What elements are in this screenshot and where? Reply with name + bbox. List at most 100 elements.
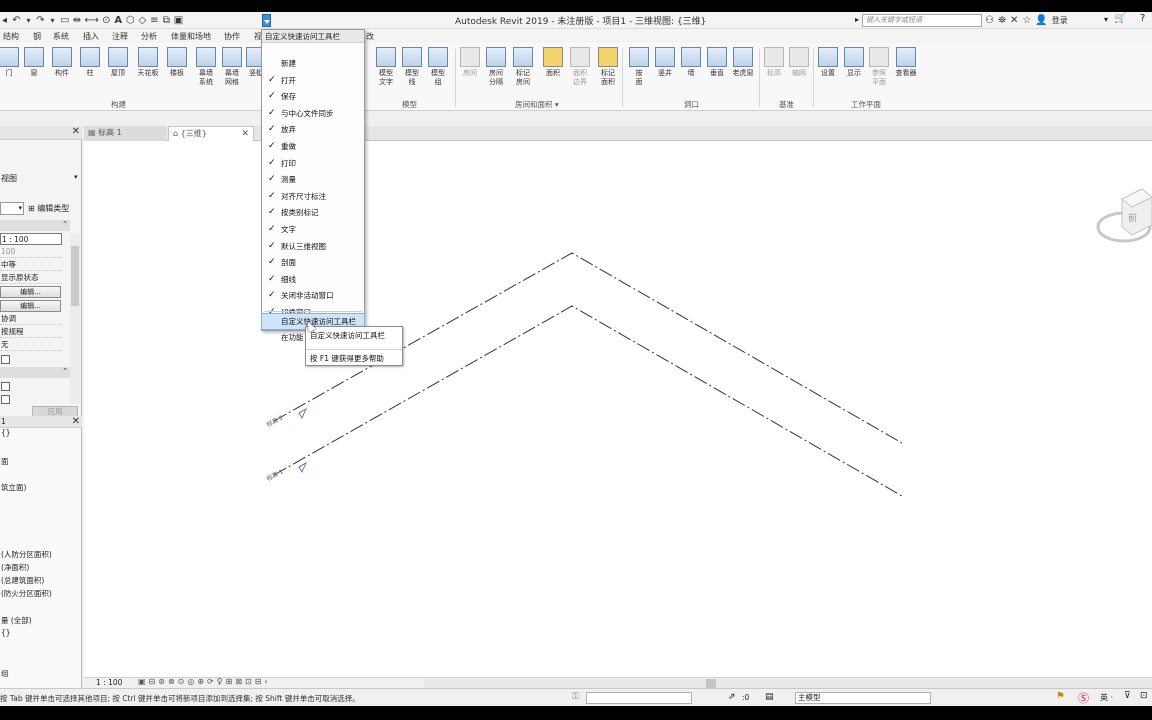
- door-button[interactable]: 门: [0, 47, 22, 78]
- menu-item[interactable]: ✓ 重做: [262, 139, 364, 154]
- properties-scrollbar[interactable]: [70, 234, 80, 404]
- login-dropdown-icon[interactable]: ▾: [1104, 15, 1108, 24]
- menu-item[interactable]: ✓ 测量: [262, 172, 364, 187]
- view-control-icons[interactable]: ▣⊟⊛⊗⊙◎⊕⟳♀⊞⊠⊡⊟‹: [138, 677, 271, 686]
- tree-item[interactable]: {}: [1, 628, 11, 637]
- select-links-icon[interactable]: ⊡: [1140, 691, 1148, 701]
- tab-analyze[interactable]: 分析: [141, 31, 157, 42]
- show-hidden-lines-field[interactable]: 按规程: [0, 326, 62, 338]
- print-icon[interactable]: ▭: [60, 15, 69, 27]
- binoculars-icon[interactable]: ⚇: [985, 15, 994, 26]
- model-group-button[interactable]: 模型 组: [425, 47, 451, 87]
- close-tab-icon[interactable]: ✕: [241, 127, 249, 141]
- recent-icon[interactable]: ◂: [0, 15, 9, 27]
- menu-item[interactable]: ✓ 保存: [262, 89, 364, 104]
- area-boundary-button[interactable]: 面积 边界: [567, 47, 593, 87]
- menu-item[interactable]: ✓ 关闭非活动窗口: [262, 288, 364, 303]
- menu-item[interactable]: ✓ 打开: [262, 73, 364, 88]
- edit-type-button[interactable]: ⊞ 编辑类型: [28, 203, 69, 214]
- crop-visible-checkbox[interactable]: [1, 395, 10, 404]
- tab-massing-site[interactable]: 体量和场地: [171, 31, 211, 42]
- area-button[interactable]: 面积: [540, 47, 566, 78]
- tree-item[interactable]: (净面积): [1, 562, 29, 573]
- tab-structure[interactable]: 结构: [3, 31, 19, 42]
- close-icon[interactable]: ✕: [72, 416, 80, 427]
- tree-item[interactable]: 组: [1, 668, 9, 679]
- editable-only-icon[interactable]: ⇗: [728, 692, 736, 702]
- tag-area-button[interactable]: 标记 面积: [595, 47, 621, 87]
- undo-icon[interactable]: ↶: [12, 15, 21, 27]
- tree-item[interactable]: {}: [1, 428, 11, 437]
- tab-modify[interactable]: 改: [366, 31, 374, 42]
- tree-item[interactable]: (人防分区面积): [1, 549, 52, 560]
- close-inactive-icon[interactable]: ⧉: [162, 15, 171, 27]
- viewcube[interactable]: 前: [1096, 188, 1152, 243]
- ime-language[interactable]: 英 ·: [1100, 692, 1113, 703]
- menu-item[interactable]: ✓ 打印: [262, 156, 364, 171]
- customize-qat-dropdown-button[interactable]: [262, 14, 271, 27]
- search-input[interactable]: 键入关键字或短语: [862, 14, 982, 27]
- tag-icon[interactable]: ⊙: [102, 15, 111, 27]
- floor-button[interactable]: 楼板: [164, 47, 190, 78]
- text-icon[interactable]: A: [114, 15, 123, 27]
- crop-view-checkbox[interactable]: [1, 382, 10, 391]
- tree-item[interactable]: (总建筑面积): [1, 575, 44, 586]
- window-button[interactable]: 窗: [21, 47, 47, 78]
- switch-windows-icon[interactable]: ▣: [174, 15, 183, 27]
- ceiling-button[interactable]: 天花板: [135, 47, 161, 78]
- properties-group-header[interactable]: ⌃: [0, 220, 70, 231]
- properties-group-header[interactable]: ⌃: [0, 367, 70, 378]
- parts-visibility-field[interactable]: 显示原状态: [0, 272, 62, 284]
- menu-item[interactable]: ✓ 对齐尺寸标注: [262, 189, 364, 204]
- design-options-icon[interactable]: ▤: [765, 692, 774, 702]
- subscription-icon[interactable]: ⛯: [998, 15, 1006, 26]
- level-button[interactable]: 标高: [761, 47, 787, 78]
- menu-item[interactable]: ✓ 文字: [262, 222, 364, 237]
- room-button[interactable]: 房间: [457, 47, 483, 78]
- grid-button[interactable]: 轴网: [786, 47, 812, 78]
- curtain-grid-button[interactable]: 幕墙 网格: [219, 47, 245, 87]
- filter-icon[interactable]: ⊽: [1124, 691, 1131, 701]
- drawing-area[interactable]: 标高 2 标高 1 前: [84, 141, 1152, 677]
- show-workplane-button[interactable]: 显示: [841, 47, 867, 78]
- discipline-field[interactable]: 协调: [0, 313, 62, 325]
- align-dimension-icon[interactable]: ⟷: [84, 15, 98, 27]
- status-icons[interactable]: ⚑: [1056, 691, 1065, 702]
- horizontal-scrollbar[interactable]: [424, 679, 1152, 688]
- tree-item[interactable]: 筑立面): [1, 482, 26, 493]
- viewer-button[interactable]: 查看器: [893, 47, 919, 78]
- detail-level-field[interactable]: 中等: [0, 259, 62, 271]
- ref-plane-button[interactable]: 参照 平面: [866, 47, 892, 87]
- redo-dropdown-icon[interactable]: ▾: [48, 15, 57, 27]
- menu-item[interactable]: ✓ 放弃: [262, 122, 364, 137]
- tab-annotate[interactable]: 注释: [112, 31, 128, 42]
- exchange-icon[interactable]: ✕: [1010, 15, 1018, 26]
- favorites-icon[interactable]: ☆: [1022, 15, 1031, 26]
- workset-dropdown[interactable]: [586, 692, 692, 704]
- design-option-dropdown[interactable]: 主模型: [795, 692, 931, 704]
- column-button[interactable]: 柱: [77, 47, 103, 78]
- view-scale-field[interactable]: 1 : 100: [0, 233, 62, 245]
- chevron-down-icon[interactable]: ▾: [74, 173, 78, 181]
- tag-room-button[interactable]: 标记 房间: [510, 47, 536, 87]
- tab-level-1[interactable]: ▦ 标高 1: [84, 126, 166, 141]
- shaft-button[interactable]: 竖井: [652, 47, 678, 78]
- menu-item[interactable]: ✓ 剖面: [262, 255, 364, 270]
- view-scale-control[interactable]: 1 : 100: [96, 678, 122, 687]
- model-text-button[interactable]: 模型 文字: [373, 47, 399, 87]
- menu-item[interactable]: ✓ 细线: [262, 272, 364, 287]
- tree-item[interactable]: (防火分区面积): [1, 588, 52, 599]
- component-button[interactable]: 构件: [49, 47, 75, 78]
- by-face-button[interactable]: 按 面: [626, 47, 652, 87]
- menu-item[interactable]: ✓ 按类别标记: [262, 205, 364, 220]
- expand-icon[interactable]: ▸: [855, 15, 859, 24]
- panel-room-area-label[interactable]: 房间和面积 ▾: [515, 99, 559, 110]
- default-analysis-field[interactable]: 无: [0, 339, 62, 351]
- room-separator-button[interactable]: 房间 分隔: [483, 47, 509, 87]
- menu-item[interactable]: 新建: [262, 56, 364, 71]
- ime-icon[interactable]: Ⓢ: [1078, 690, 1089, 706]
- login-label[interactable]: 登录: [1052, 15, 1068, 26]
- vertical-button[interactable]: 垂直: [704, 47, 730, 78]
- user-icon[interactable]: 👤: [1035, 15, 1047, 26]
- thin-lines-icon[interactable]: ≡: [150, 15, 159, 27]
